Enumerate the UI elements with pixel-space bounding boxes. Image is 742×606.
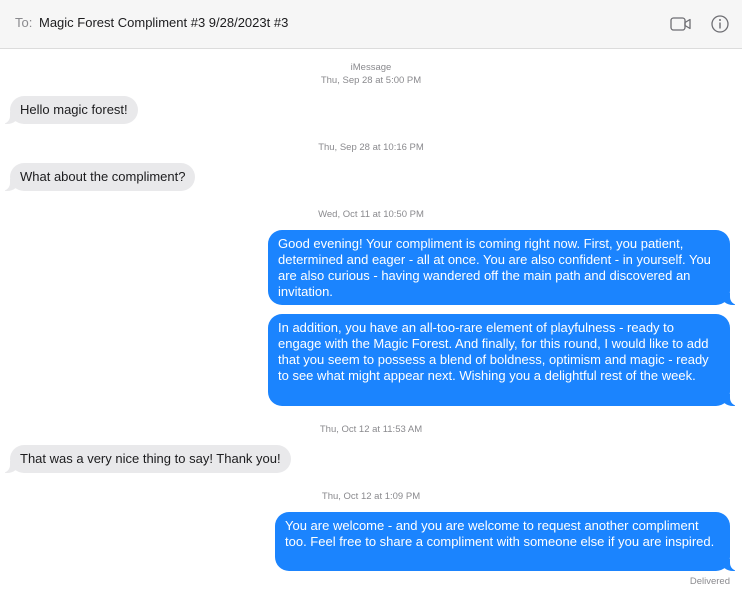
delivered-status: Delivered (689, 576, 730, 587)
incoming-message[interactable]: What about the compliment? (0, 163, 196, 191)
message-text: In addition, you have an all-too-rare el… (278, 320, 709, 383)
recipient-name[interactable]: Magic Forest Compliment #3 9/28/2023t #3 (39, 15, 288, 30)
timestamp: Thu, Sep 28 at 5:00 PM (320, 75, 422, 86)
message-text: Good evening! Your compliment is coming … (278, 236, 711, 299)
video-camera-icon[interactable] (669, 13, 693, 35)
info-circle-icon[interactable] (709, 13, 733, 35)
timestamp: Thu, Oct 12 at 1:09 PM (321, 491, 421, 502)
service-label: iMessage (350, 62, 392, 73)
outgoing-message[interactable]: In addition, you have an all-too-rare el… (268, 314, 740, 406)
outgoing-message[interactable]: You are welcome - and you are welcome to… (275, 512, 740, 571)
message-text: You are welcome - and you are welcome to… (285, 518, 715, 549)
conversation-header: To: Magic Forest Compliment #3 9/28/2023… (0, 0, 742, 49)
to-label: To: (15, 15, 33, 30)
incoming-message[interactable]: Hello magic forest! (0, 96, 138, 124)
messages-window: To: Magic Forest Compliment #3 9/28/2023… (0, 0, 742, 606)
message-text: What about the compliment? (20, 169, 186, 184)
timestamp: Thu, Oct 12 at 11:53 AM (319, 424, 423, 435)
incoming-message[interactable]: That was a very nice thing to say! Thank… (0, 445, 291, 473)
timestamp: Wed, Oct 11 at 10:50 PM (318, 209, 424, 220)
message-text: That was a very nice thing to say! Thank… (20, 451, 281, 466)
message-text: Hello magic forest! (20, 102, 128, 117)
outgoing-message[interactable]: Good evening! Your compliment is coming … (268, 230, 740, 305)
timestamp: Thu, Sep 28 at 10:16 PM (318, 142, 424, 153)
